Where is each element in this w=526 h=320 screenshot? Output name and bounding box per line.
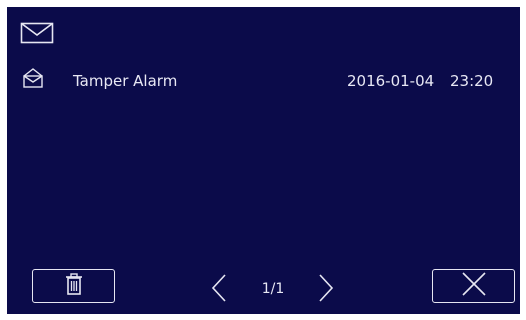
message-time: 23:20 bbox=[450, 72, 494, 90]
chevron-left-icon[interactable] bbox=[210, 273, 228, 303]
envelope-open-icon bbox=[22, 67, 44, 89]
envelope-icon bbox=[20, 22, 54, 44]
close-button[interactable] bbox=[432, 269, 515, 303]
page-indicator: 1/1 bbox=[261, 281, 285, 297]
trash-icon bbox=[65, 273, 83, 299]
message-date: 2016-01-04 bbox=[347, 72, 435, 90]
message-title: Tamper Alarm bbox=[73, 72, 178, 90]
chevron-right-icon[interactable] bbox=[317, 273, 335, 303]
close-icon bbox=[461, 271, 487, 301]
list-item[interactable]: Tamper Alarm 2016-01-04 23:20 bbox=[7, 65, 520, 97]
message-screen: Tamper Alarm 2016-01-04 23:20 1/1 bbox=[7, 7, 520, 314]
delete-button[interactable] bbox=[32, 269, 115, 303]
